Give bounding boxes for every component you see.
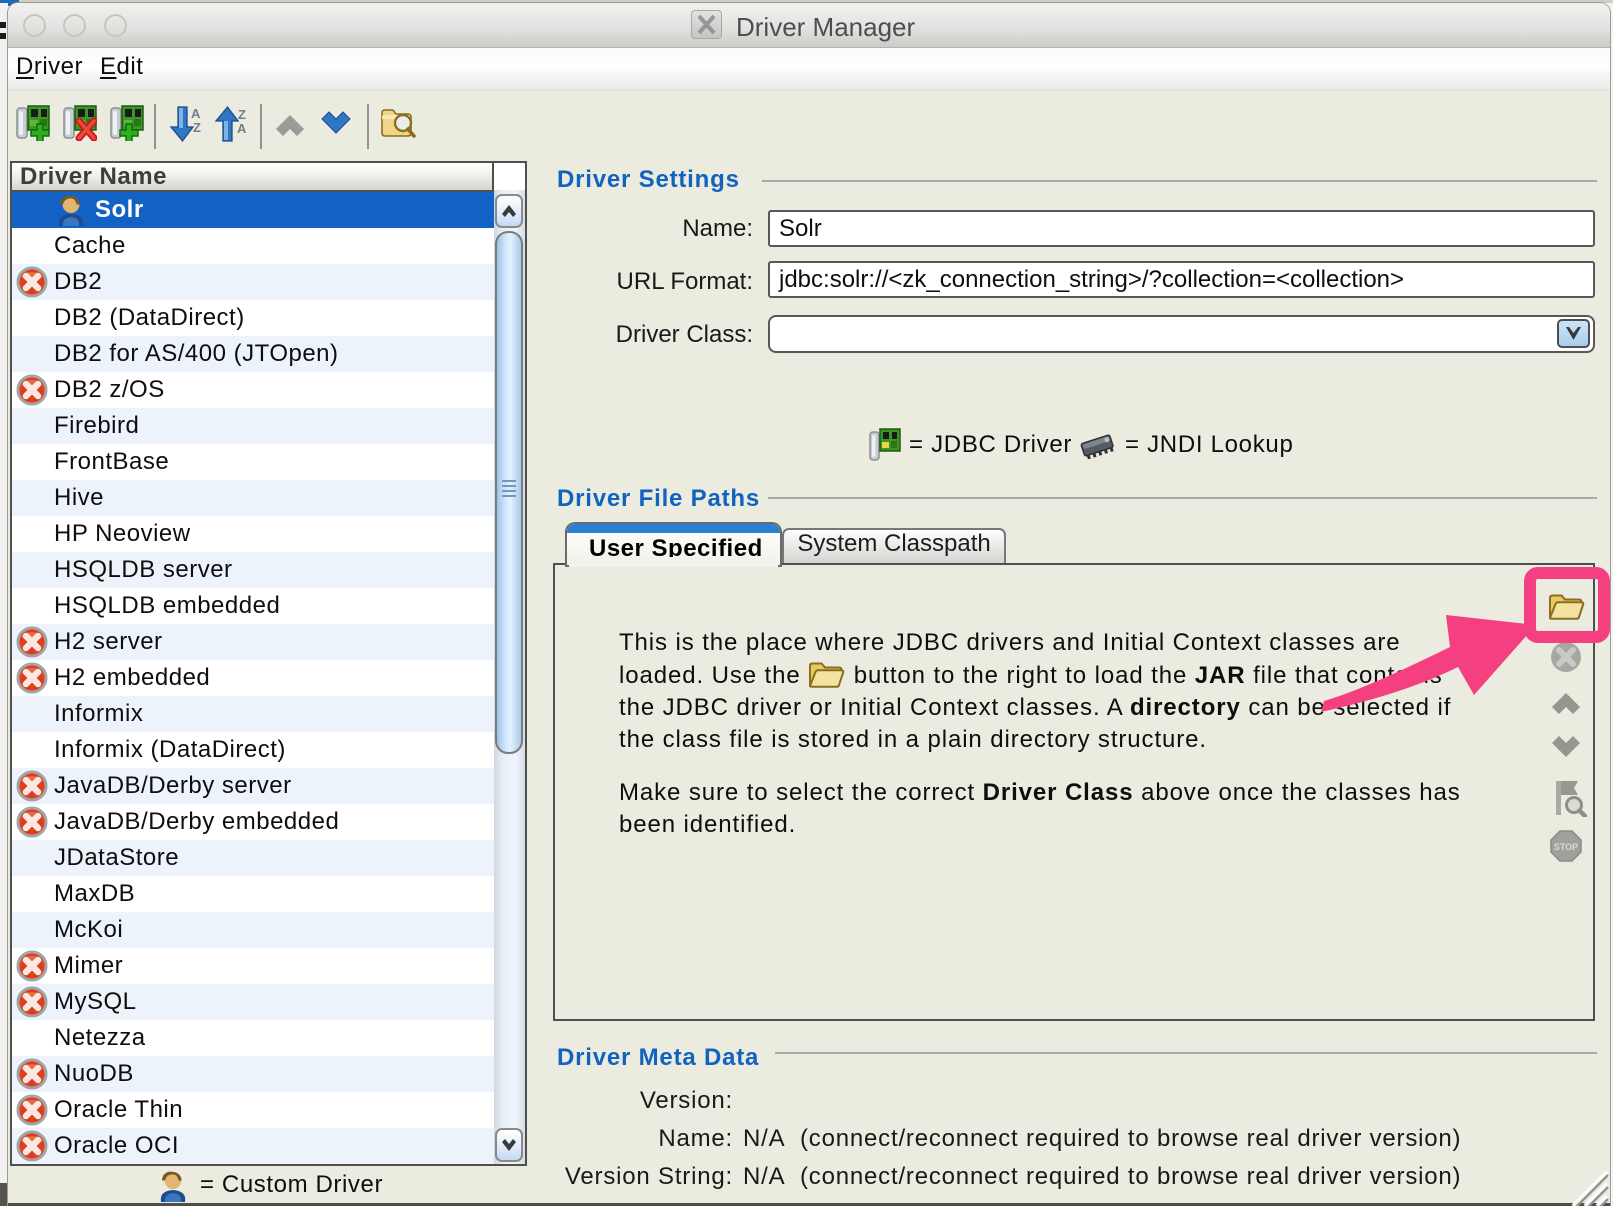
svg-text:Z: Z <box>193 120 201 135</box>
svg-text:A: A <box>237 121 247 136</box>
svg-text:Z: Z <box>238 107 246 122</box>
svg-text:STOP: STOP <box>1554 842 1578 852</box>
svg-text:A: A <box>191 106 201 121</box>
